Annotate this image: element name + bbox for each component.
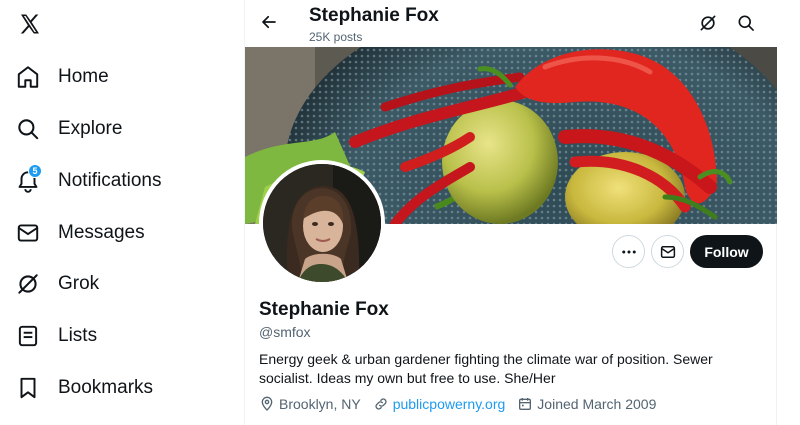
list-icon [14,322,42,350]
nav-label-explore: Explore [58,118,123,139]
profile-header-bar: Stephanie Fox 25K posts [245,0,777,47]
link-icon [375,398,387,410]
nav-item-grok[interactable]: Grok [14,264,99,304]
x-logo-icon[interactable] [16,10,44,38]
back-button[interactable] [257,10,281,34]
nav-label-lists: Lists [58,325,98,346]
left-navigation: Home Explore 5 Notifications Messages Gr… [0,0,244,425]
notification-count-badge: 5 [28,164,42,178]
profile-handle: @smfox [259,324,311,340]
search-icon [14,115,42,143]
nav-item-bookmarks[interactable]: Bookmarks [14,368,153,408]
profile-column: Stephanie Fox 25K posts Follow Stephanie… [244,0,777,425]
calendar-icon [519,398,532,410]
header-post-count: 25K posts [309,30,363,44]
nav-item-explore[interactable]: Explore [14,109,122,149]
message-button[interactable] [651,235,684,268]
profile-website: publicpowerny.org [373,396,506,412]
location-text: Brooklyn, NY [279,396,361,412]
profile-location: Brooklyn, NY [259,396,361,412]
bell-icon: 5 [14,164,42,195]
home-icon [14,63,42,91]
more-options-button[interactable] [612,235,645,268]
profile-avatar[interactable] [259,160,385,286]
bookmark-icon [14,374,42,402]
website-link[interactable]: publicpowerny.org [393,396,506,412]
search-profile-button[interactable] [735,12,757,34]
avatar-photo [263,164,381,282]
profile-bio: Energy geek & urban gardener fighting th… [259,351,713,386]
envelope-icon [14,219,42,247]
nav-label-messages: Messages [58,222,145,243]
nav-label-notifications: Notifications [58,170,162,191]
search-icon [738,15,754,31]
nav-label-home: Home [58,66,109,87]
nav-label-grok: Grok [58,273,100,294]
follow-button[interactable]: Follow [690,235,763,268]
grok-summary-button[interactable] [697,12,719,34]
nav-item-home[interactable]: Home [14,57,109,97]
more-dots-icon [621,250,636,253]
profile-meta-row: Brooklyn, NY publicpowerny.org Joined Ma… [259,396,668,412]
nav-item-messages[interactable]: Messages [14,213,145,253]
join-date-text: Joined March 2009 [537,396,657,412]
arrow-left-icon [262,15,276,29]
profile-join-date: Joined March 2009 [517,396,656,412]
profile-display-name: Stephanie Fox [259,299,389,320]
avatar-portrait-image [263,164,381,282]
grok-icon [700,15,716,31]
nav-item-lists[interactable]: Lists [14,316,97,356]
header-title: Stephanie Fox [309,5,439,26]
nav-item-notifications[interactable]: 5 Notifications [14,161,162,201]
location-pin-icon [261,396,273,411]
envelope-icon [660,245,675,258]
nav-label-bookmarks: Bookmarks [58,377,154,398]
grok-icon [14,270,42,298]
